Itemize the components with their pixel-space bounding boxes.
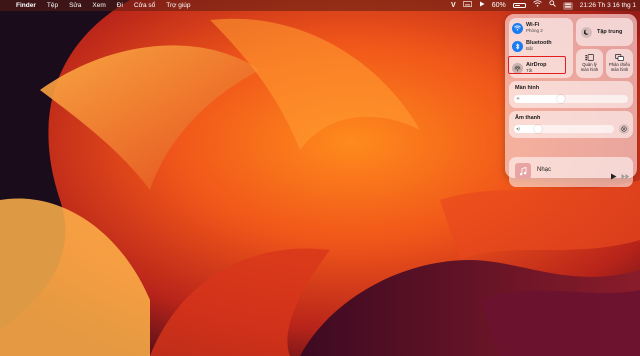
stage-manager-label-2: màn hình	[580, 66, 599, 72]
v-app-icon[interactable]: V	[451, 0, 456, 11]
menubar-clock[interactable]: 21:26 Th 3 16 thg 1	[580, 0, 636, 11]
wifi-status: Phòng 2	[526, 28, 543, 33]
keyboard-icon[interactable]	[462, 0, 472, 11]
menu-file[interactable]: Tệp	[47, 0, 58, 11]
sound-title: Âm thanh	[515, 115, 541, 121]
sound-module: Âm thanh ◂)	[509, 111, 633, 138]
menu-help[interactable]: Trợ giúp	[166, 0, 190, 11]
play-icon[interactable]	[479, 0, 485, 11]
menu-window[interactable]: Cửa sổ	[134, 0, 155, 11]
music-app-icon	[515, 163, 531, 179]
airplay-audio-icon[interactable]	[619, 124, 629, 134]
stage-manager-button[interactable]: Quản lý màn hình	[576, 49, 603, 78]
menu-app-name[interactable]: Finder	[16, 0, 36, 11]
wifi-icon	[512, 22, 523, 34]
bluetooth-toggle[interactable]: Bluetooth Bật	[512, 40, 570, 52]
menu-edit[interactable]: Sửa	[69, 0, 81, 11]
now-playing-module[interactable]: Nhạc	[509, 157, 633, 187]
wifi-icon[interactable]	[532, 0, 542, 11]
screen-mirroring-label-2: màn hình	[610, 66, 629, 72]
control-center-panel: Wi-Fi Phòng 2 Bluetooth Bật AirDrop Tắt	[505, 14, 637, 187]
stage-manager-icon	[576, 54, 603, 61]
sound-volume-slider[interactable]: ◂)	[514, 125, 614, 133]
menu-view[interactable]: Xem	[92, 0, 105, 11]
sound-volume-knob[interactable]	[534, 125, 542, 133]
now-playing-label: Nhạc	[537, 167, 552, 173]
sun-icon: ☀	[516, 96, 521, 101]
control-center-icon[interactable]	[562, 1, 573, 10]
fast-forward-icon[interactable]	[621, 167, 630, 185]
display-module: Màn hình ☀	[509, 81, 633, 108]
display-title: Màn hình	[515, 85, 540, 91]
battery-icon[interactable]	[512, 3, 526, 8]
menu-bar: Finder Tệp Sửa Xem Đi Cửa sổ Trợ giúp V …	[0, 0, 640, 11]
moon-icon	[581, 26, 592, 38]
bluetooth-icon	[512, 40, 523, 52]
speaker-icon: ◂)	[516, 126, 520, 131]
search-icon[interactable]	[549, 0, 556, 11]
menu-go[interactable]: Đi	[117, 0, 123, 11]
screen-mirroring-icon	[606, 54, 633, 61]
battery-percent: 60%	[491, 2, 506, 9]
display-brightness-knob[interactable]	[557, 95, 565, 103]
airdrop-highlight-box	[508, 56, 566, 74]
display-brightness-slider[interactable]: ☀	[514, 95, 628, 103]
wifi-toggle[interactable]: Wi-Fi Phòng 2	[512, 22, 570, 34]
bluetooth-status: Bật	[526, 46, 533, 51]
play-icon[interactable]	[610, 167, 617, 185]
focus-button[interactable]: Tập trung	[576, 18, 633, 46]
screen-mirroring-button[interactable]: Phản chiếu màn hình	[606, 49, 633, 78]
focus-label: Tập trung	[597, 29, 623, 35]
